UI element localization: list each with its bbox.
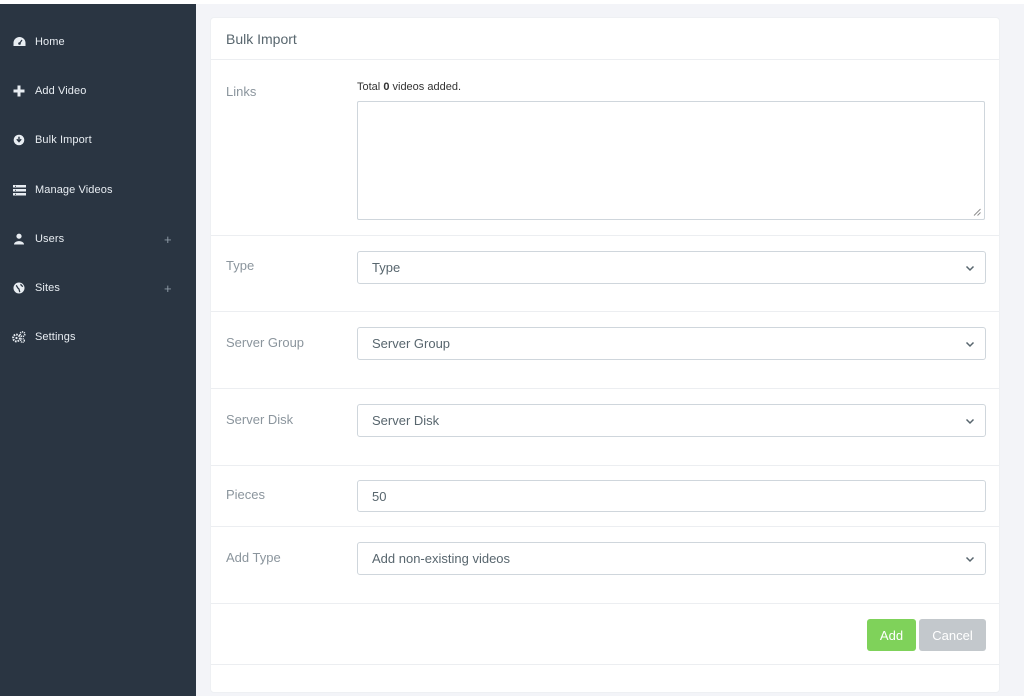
- divider: [211, 59, 999, 60]
- gears-icon: [12, 330, 26, 344]
- links-textarea[interactable]: [357, 101, 985, 220]
- divider: [211, 465, 999, 466]
- type-select[interactable]: Type: [357, 251, 986, 284]
- expand-icon[interactable]: +: [164, 281, 172, 296]
- chevron-down-icon: [965, 265, 975, 272]
- download-circle-icon: [12, 133, 26, 147]
- sidebar-item-label: Users: [35, 233, 65, 245]
- pieces-input-value: 50: [372, 488, 387, 504]
- counter-value: 0: [383, 81, 390, 93]
- server-disk-select[interactable]: Server Disk: [357, 404, 986, 437]
- server-group-select-value: Server Group: [372, 336, 451, 351]
- sidebar-item-label: Settings: [35, 331, 76, 343]
- sidebar-item-manage-videos[interactable]: Manage Videos: [0, 166, 196, 214]
- sidebar-item-add-video[interactable]: Add Video: [0, 67, 196, 115]
- divider: [211, 664, 999, 665]
- divider: [211, 388, 999, 389]
- pieces-input[interactable]: 50: [357, 480, 986, 512]
- sidebar-item-label: Add Video: [35, 85, 87, 97]
- sidebar: Home Add Video Bulk Import Manage Videos…: [0, 4, 196, 696]
- chevron-down-icon: [965, 556, 975, 563]
- chevron-down-icon: [965, 418, 975, 425]
- divider: [211, 311, 999, 312]
- counter-prefix: Total: [357, 81, 381, 93]
- server-group-label: Server Group: [226, 335, 305, 350]
- bulk-import-card: Bulk Import Links Total 0 videos added. …: [210, 17, 1000, 693]
- sidebar-item-home[interactable]: Home: [0, 18, 196, 66]
- type-label: Type: [226, 258, 255, 273]
- plus-icon: [12, 84, 26, 98]
- divider: [211, 526, 999, 527]
- add-button[interactable]: Add: [867, 619, 916, 651]
- sidebar-item-users[interactable]: Users +: [0, 215, 196, 263]
- server-group-select[interactable]: Server Group: [357, 327, 986, 360]
- user-icon: [12, 232, 26, 246]
- sidebar-item-label: Sites: [35, 282, 60, 294]
- sidebar-item-label: Manage Videos: [35, 184, 113, 196]
- server-disk-select-value: Server Disk: [372, 413, 440, 428]
- globe-icon: [12, 281, 26, 295]
- sidebar-item-bulk-import[interactable]: Bulk Import: [0, 116, 196, 164]
- add-type-label: Add Type: [226, 550, 281, 565]
- cancel-button[interactable]: Cancel: [919, 619, 986, 651]
- sidebar-item-label: Home: [35, 36, 65, 48]
- pieces-label: Pieces: [226, 487, 266, 502]
- expand-icon[interactable]: +: [164, 232, 172, 247]
- server-disk-label: Server Disk: [226, 412, 294, 427]
- page-title: Bulk Import: [226, 31, 297, 47]
- add-type-select-value: Add non-existing videos: [372, 551, 511, 566]
- sidebar-item-label: Bulk Import: [35, 134, 92, 146]
- divider: [211, 603, 999, 604]
- videos-counter: Total 0 videos added.: [357, 81, 461, 93]
- list-icon: [12, 183, 26, 197]
- dashboard-icon: [12, 35, 26, 49]
- links-label: Links: [226, 84, 257, 99]
- counter-suffix: videos added.: [392, 81, 462, 93]
- divider: [211, 235, 999, 236]
- chevron-down-icon: [965, 341, 975, 348]
- sidebar-item-settings[interactable]: Settings: [0, 313, 196, 361]
- type-select-value: Type: [372, 260, 401, 275]
- add-type-select[interactable]: Add non-existing videos: [357, 542, 986, 575]
- sidebar-item-sites[interactable]: Sites +: [0, 264, 196, 312]
- resize-grip-icon[interactable]: [973, 208, 981, 216]
